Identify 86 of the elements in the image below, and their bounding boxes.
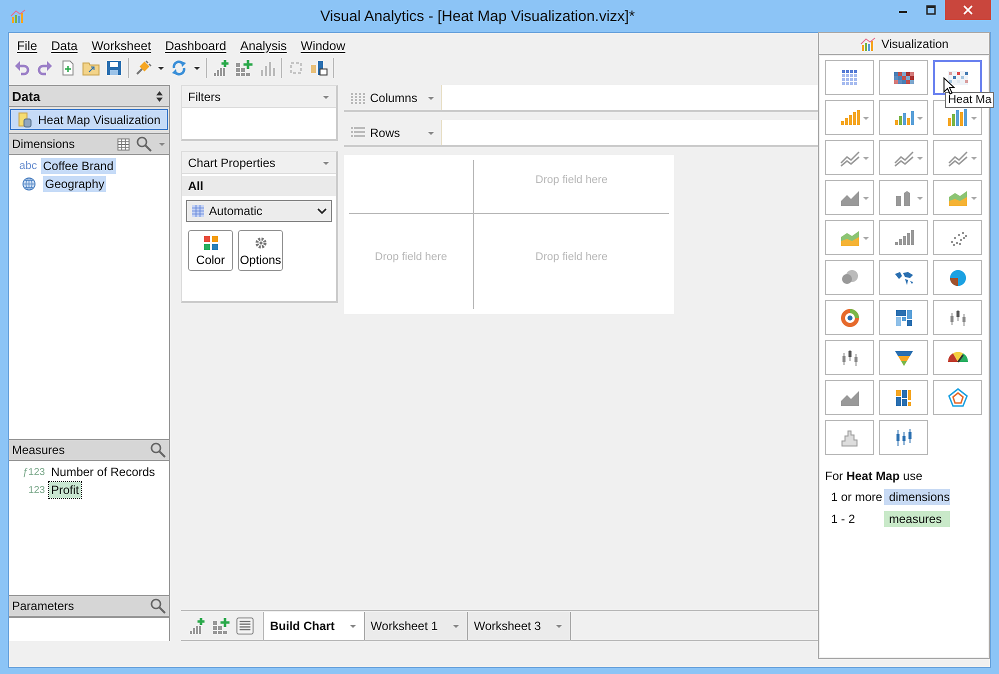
mouse-cursor-icon	[943, 77, 955, 95]
add-crosstab-icon[interactable]	[235, 58, 253, 76]
menu-item[interactable]: Data	[51, 38, 78, 52]
rows-icon	[350, 126, 366, 140]
panel-title: Data	[12, 88, 40, 104]
section-title: All	[188, 179, 204, 193]
requirement-count: 1 - 2	[831, 512, 856, 526]
add-chart-icon[interactable]	[188, 617, 206, 635]
caret-icon	[916, 154, 924, 162]
undo-icon[interactable]	[13, 58, 31, 76]
data-source-item[interactable]: Heat Map Visualization	[10, 109, 168, 130]
caret-icon	[862, 194, 870, 202]
drop-field-hint: Drop field here	[535, 174, 608, 186]
plug-icon[interactable]	[134, 58, 152, 76]
sheet-tab[interactable]: Worksheet 3	[468, 612, 571, 640]
requirement-tag: measures	[884, 511, 950, 527]
globe-icon	[22, 177, 36, 191]
caret-icon	[970, 194, 978, 202]
tooltip: Heat Ma	[945, 92, 994, 108]
search-icon[interactable]	[136, 136, 152, 152]
gear-icon	[252, 234, 268, 250]
caret-icon	[452, 622, 460, 630]
menu-item[interactable]: Window	[300, 38, 346, 52]
caret-icon	[970, 114, 978, 122]
database-icon	[17, 112, 33, 128]
search-icon[interactable]	[150, 442, 166, 458]
sheet-tab[interactable]: Worksheet 1	[364, 612, 468, 640]
caret-icon	[916, 194, 924, 202]
add-crosstab-icon[interactable]	[212, 617, 230, 635]
drop-field-hint: Drop field here	[535, 250, 608, 262]
save-icon[interactable]	[105, 58, 123, 76]
data-type-label: ƒ123	[22, 466, 45, 478]
caret-icon	[862, 234, 870, 242]
caret-icon	[862, 154, 870, 162]
requirement-count: 1 or more	[831, 490, 884, 504]
table-icon[interactable]	[117, 138, 130, 150]
dimension-field[interactable]: Coffee Brand	[41, 158, 116, 174]
color-squares-icon	[202, 234, 218, 250]
data-mapping-icon[interactable]	[310, 58, 328, 76]
shelf-drop-zone[interactable]: Rows	[344, 120, 818, 147]
redo-icon[interactable]	[36, 58, 54, 76]
columns-icon	[350, 90, 366, 104]
stacked-bar-icon	[948, 109, 967, 126]
caret-icon	[862, 114, 870, 122]
menu-item[interactable]: Dashboard	[165, 38, 226, 52]
table-icon	[191, 204, 205, 218]
drop-field-hint: Drop field here	[374, 250, 448, 262]
caret-icon	[970, 154, 978, 162]
sheet-tab[interactable]: Build Chart	[263, 612, 365, 640]
panel-title: Chart Properties	[188, 156, 276, 170]
data-type-label: 123	[27, 484, 45, 496]
section-title: Measures	[12, 443, 65, 457]
color-button[interactable]: Color	[188, 230, 233, 271]
radar-chart-icon	[946, 386, 968, 408]
section-title: Dimensions	[12, 137, 75, 151]
search-icon[interactable]	[150, 598, 166, 614]
options-button[interactable]: Options	[238, 230, 283, 271]
chart-logo-icon	[859, 36, 878, 52]
close-button[interactable]	[945, 0, 991, 20]
menu-item[interactable]: Worksheet	[92, 38, 152, 52]
menu-item[interactable]: Analysis	[240, 38, 287, 52]
data-type-label: abc	[19, 160, 37, 172]
panel-title: Filters	[188, 90, 221, 104]
caret-icon	[554, 622, 563, 630]
text-block-icon[interactable]	[236, 617, 254, 635]
measure-field[interactable]: Number of Records	[49, 464, 158, 480]
maximize-icon	[926, 5, 936, 15]
gauge-icon	[946, 352, 968, 363]
chart-type-dropdown[interactable]: Automatic	[186, 200, 332, 222]
close-icon	[963, 5, 973, 15]
caret-icon	[348, 622, 357, 630]
dimension-field[interactable]: Geography	[43, 176, 106, 192]
donut-chart-icon	[838, 306, 860, 328]
chevron-down-icon	[317, 207, 327, 215]
app-logo-icon	[10, 8, 26, 24]
requirement-tag: dimensions	[884, 489, 950, 505]
menu-item[interactable]: File	[17, 38, 38, 52]
requirements-hint: For Heat Map use	[825, 469, 924, 483]
caret-icon	[916, 114, 924, 122]
section-title: Parameters	[12, 599, 74, 613]
shelf-drop-zone[interactable]: Columns	[344, 85, 818, 112]
window-title: Visual Analytics - [Heat Map Visualization.vizx]*	[319, 8, 636, 24]
refresh-icon[interactable]	[170, 58, 188, 76]
add-chart-icon[interactable]	[212, 58, 230, 76]
measure-field[interactable]: Profit	[49, 482, 82, 498]
panel-title: Visualization	[881, 36, 949, 50]
